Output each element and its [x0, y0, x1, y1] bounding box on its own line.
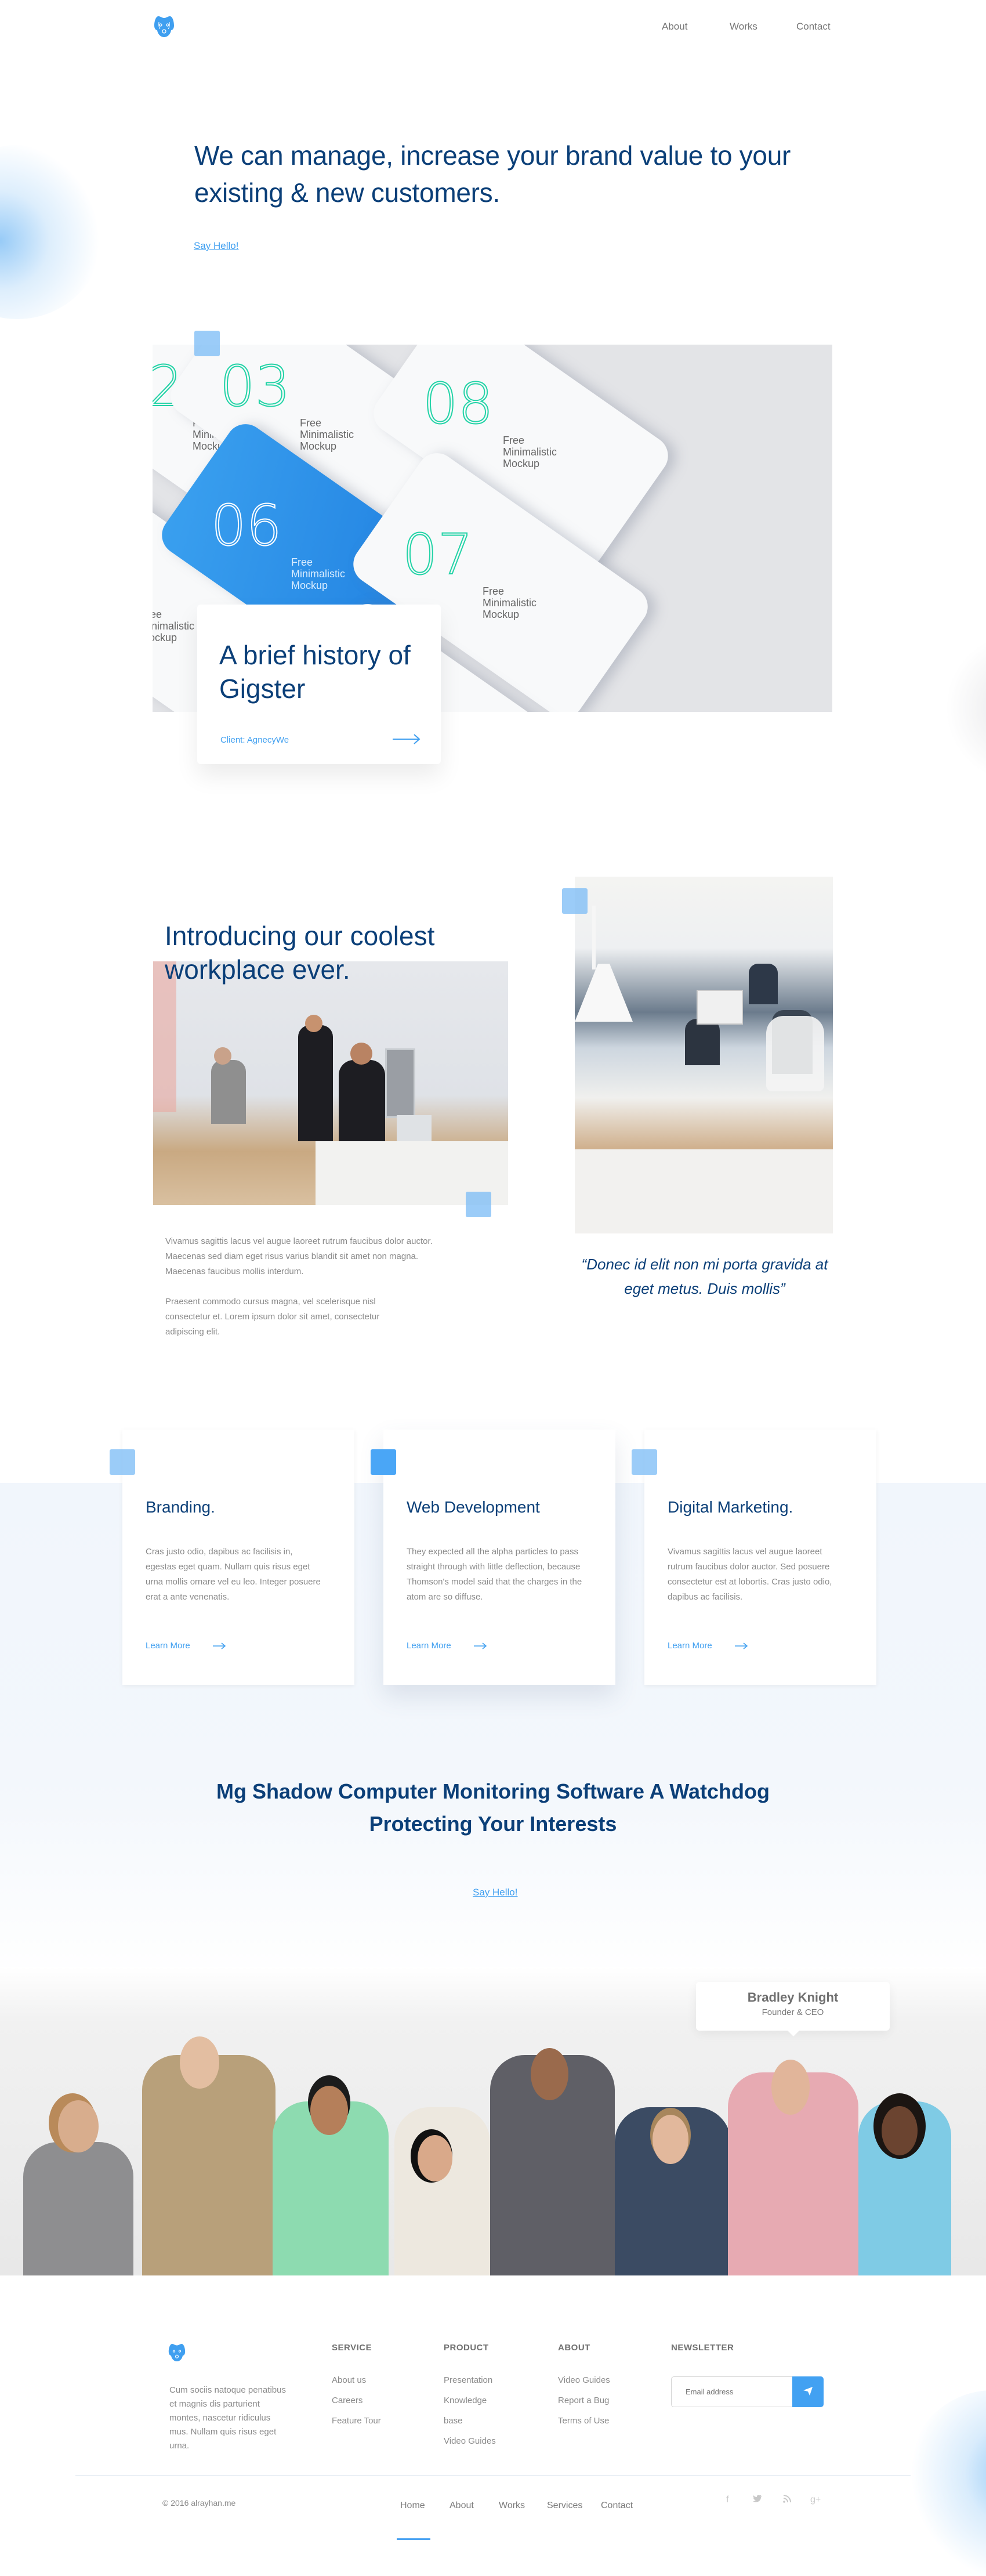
team-member — [23, 2142, 133, 2275]
service-title: Branding. — [146, 1498, 215, 1516]
footer-heading: NEWSLETTER — [671, 2343, 734, 2353]
footer-heading: SERVICE — [332, 2343, 372, 2353]
service-description: Cras justo odio, dapibus ac facilisis in… — [146, 1547, 321, 1602]
footer-divider — [75, 2475, 911, 2476]
decorative-square — [371, 1449, 396, 1475]
footer-nav-home[interactable]: Home — [400, 2501, 425, 2511]
learn-more-link[interactable]: Learn More — [668, 1641, 712, 1651]
footer-link[interactable]: About us — [332, 2370, 381, 2390]
workplace-title: Introducing our coolest workplace ever. — [165, 921, 435, 985]
nav-contact[interactable]: Contact — [796, 21, 831, 32]
service-title: Digital Marketing. — [668, 1498, 793, 1516]
footer-nav-works[interactable]: Works — [499, 2501, 525, 2511]
footer-nav-about[interactable]: About — [449, 2501, 474, 2511]
footer-column-service: SERVICE About us Careers Feature Tour — [332, 2343, 381, 2431]
team-member — [394, 2107, 490, 2275]
facebook-icon[interactable]: f — [726, 2495, 728, 2505]
say-hello-link[interactable]: Say Hello! — [194, 240, 238, 252]
team-member-tooltip: Bradley Knight Founder & CEO — [696, 1982, 890, 2036]
tooltip-name: Bradley Knight — [747, 1990, 839, 2005]
phone-label: Free Minimalistic Mockup — [482, 585, 537, 620]
phone-label: Free Minimalistic Mockup — [299, 417, 354, 452]
history-title: A brief history of Gigster — [219, 640, 411, 704]
footer-column-newsletter: NEWSLETTER — [671, 2343, 734, 2370]
footer-link[interactable]: Terms of Use — [558, 2411, 610, 2431]
learn-more-link[interactable]: Learn More — [146, 1641, 190, 1651]
dog-face-icon[interactable] — [154, 15, 175, 38]
phone-number: 06 — [211, 493, 282, 559]
history-card[interactable]: A brief history of Gigster Client: Agnec… — [197, 605, 441, 764]
footer-heading: ABOUT — [558, 2343, 590, 2353]
footer-link[interactable]: Video Guides — [444, 2431, 496, 2451]
decorative-square — [632, 1449, 657, 1475]
decorative-glow-bottom-right — [905, 2390, 986, 2576]
decorative-square — [194, 331, 220, 356]
newsletter-submit-button[interactable] — [792, 2376, 824, 2407]
footer-link[interactable]: Video Guides — [558, 2370, 610, 2390]
service-description: Vivamus sagittis lacus vel augue laoreet… — [668, 1547, 832, 1602]
footer-link[interactable]: Careers — [332, 2390, 381, 2411]
dog-face-icon — [168, 2344, 186, 2361]
footer-column-about: ABOUT Video Guides Report a Bug Terms of… — [558, 2343, 610, 2431]
service-description: They expected all the alpha particles to… — [407, 1547, 582, 1602]
client-label: Client: AgnecyWe — [220, 735, 289, 745]
workplace-paragraph-1: Vivamus sagittis lacus vel augue laoreet… — [165, 1236, 433, 1276]
phone-number: 03 — [219, 353, 291, 419]
hero-title: We can manage, increase your brand value… — [194, 140, 791, 208]
office-photo-2 — [575, 877, 833, 1233]
arrow-right-icon[interactable] — [473, 1642, 487, 1650]
cta-title: Mg Shadow Computer Monitoring Software A… — [216, 1779, 770, 1836]
footer-link[interactable]: Presentation — [444, 2370, 496, 2390]
decorative-square — [466, 1192, 491, 1217]
phone-label: Free Minimalistic Mockup — [502, 434, 557, 469]
footer-nav-services[interactable]: Services — [547, 2501, 582, 2511]
say-hello-link[interactable]: Say Hello! — [473, 1887, 517, 1898]
workplace-paragraph-2: Praesent commodo cursus magna, vel scele… — [165, 1297, 380, 1337]
footer-column-product: PRODUCT Presentation Knowledge base Vide… — [444, 2343, 496, 2451]
tooltip-role: Founder & CEO — [762, 2007, 824, 2017]
footer-link[interactable]: Knowledge — [444, 2390, 496, 2411]
nav-works[interactable]: Works — [730, 21, 757, 32]
phone-number: 07 — [402, 522, 474, 588]
decorative-glow-right — [940, 638, 986, 777]
paper-plane-icon — [803, 2387, 813, 2396]
arrow-right-icon[interactable] — [212, 1642, 226, 1650]
footer-heading: PRODUCT — [444, 2343, 489, 2353]
decorative-square — [562, 888, 588, 914]
google-plus-icon[interactable]: g+ — [810, 2495, 821, 2505]
arrow-right-icon[interactable] — [392, 733, 421, 745]
office-photo-1 — [153, 961, 508, 1205]
newsletter-email-input[interactable] — [671, 2376, 793, 2407]
footer-link[interactable]: Feature Tour — [332, 2411, 381, 2431]
arrow-right-icon[interactable] — [734, 1642, 748, 1650]
footer-link[interactable]: base — [444, 2411, 496, 2431]
learn-more-link[interactable]: Learn More — [407, 1641, 451, 1651]
rss-icon[interactable] — [783, 2495, 791, 2506]
decorative-square — [110, 1449, 135, 1475]
twitter-icon[interactable] — [753, 2495, 762, 2505]
decorative-glow-left — [0, 145, 104, 319]
nav-about[interactable]: About — [662, 21, 687, 32]
service-title: Web Development — [407, 1498, 540, 1516]
footer-link[interactable]: Report a Bug — [558, 2390, 610, 2411]
footer-nav-contact[interactable]: Contact — [601, 2501, 633, 2511]
active-nav-indicator — [397, 2538, 430, 2540]
service-card-web-development: Web Development They expected all the al… — [383, 1430, 615, 1685]
footer-about-text: Cum sociis natoque penatibus et magnis d… — [169, 2385, 286, 2451]
team-member — [142, 2055, 276, 2275]
service-card-digital-marketing: Digital Marketing. Vivamus sagittis lacu… — [644, 1430, 876, 1685]
phone-number: 08 — [422, 371, 494, 437]
service-card-branding: Branding. Cras justo odio, dapibus ac fa… — [122, 1430, 354, 1685]
copyright-text: © 2016 alrayhan.me — [162, 2498, 236, 2508]
workplace-quote: “Donec id elit non mi porta gravida at e… — [581, 1256, 828, 1297]
